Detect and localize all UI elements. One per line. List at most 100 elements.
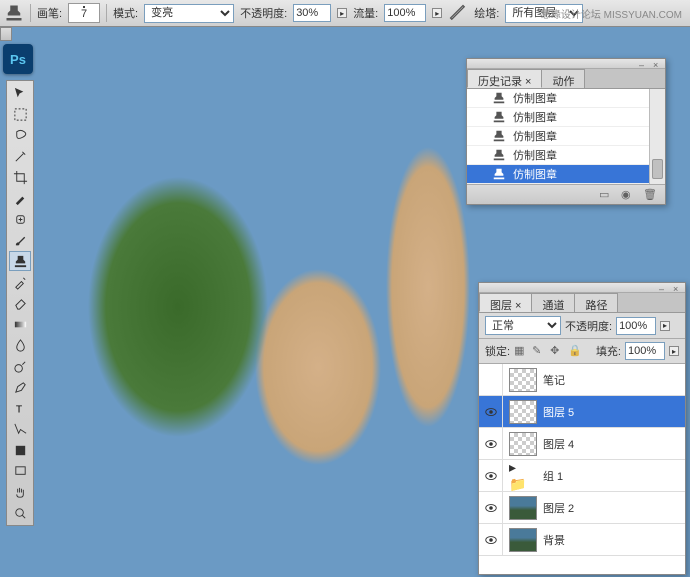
history-scrollbar[interactable] xyxy=(649,89,665,184)
layer-list: 笔记图层 5 图层 4 ▸ 📁组 1 图层 2 背景 xyxy=(479,364,685,574)
zoom-tool[interactable] xyxy=(9,503,31,523)
chevron-right-icon[interactable]: ▸ xyxy=(660,321,670,331)
opacity-input[interactable] xyxy=(293,4,331,22)
crop-tool[interactable] xyxy=(9,167,31,187)
visibility-toggle[interactable] xyxy=(479,428,503,459)
eyedropper-tool[interactable] xyxy=(9,188,31,208)
close-icon[interactable]: × xyxy=(653,60,661,68)
mode-label: 模式: xyxy=(113,5,138,21)
healing-tool[interactable] xyxy=(9,209,31,229)
layer-thumbnail xyxy=(509,432,537,456)
history-item-label: 仿制图章 xyxy=(513,109,557,125)
minimize-icon[interactable]: – xyxy=(639,60,647,68)
chevron-right-icon[interactable]: ▸ xyxy=(669,346,679,356)
stamp-tool[interactable] xyxy=(9,251,31,271)
visibility-toggle[interactable] xyxy=(479,524,503,555)
lock-transparency-icon[interactable]: ▦ xyxy=(514,344,528,358)
path-tool[interactable] xyxy=(9,419,31,439)
visibility-toggle[interactable] xyxy=(479,364,503,395)
layer-row[interactable]: ▸ 📁组 1 xyxy=(479,460,685,492)
history-item-label: 仿制图章 xyxy=(513,90,557,106)
lasso-tool[interactable] xyxy=(9,125,31,145)
watermark-text: 思缘设计论坛 MISSYUAN.COM xyxy=(541,6,682,21)
options-bar: 画笔: 7 模式: 变亮 不透明度: ▸ 流量: ▸ 绘塔: 所有图层 思缘设计… xyxy=(0,0,690,27)
visibility-toggle[interactable] xyxy=(479,492,503,523)
svg-text:T: T xyxy=(15,404,22,415)
blur-tool[interactable] xyxy=(9,335,31,355)
type-tool[interactable]: T xyxy=(9,398,31,418)
shape-tool[interactable] xyxy=(9,440,31,460)
lock-all-icon[interactable]: 🔒 xyxy=(568,344,582,358)
fill-label: 填充: xyxy=(596,343,621,359)
new-document-icon[interactable]: ▭ xyxy=(599,188,613,202)
move-tool[interactable] xyxy=(9,83,31,103)
brush-size-value: 7 xyxy=(81,8,87,20)
opacity-chevron-icon[interactable]: ▸ xyxy=(337,8,347,18)
history-item[interactable]: 仿制图章 xyxy=(467,127,665,146)
gradient-tool[interactable] xyxy=(9,314,31,334)
flow-input[interactable] xyxy=(384,4,426,22)
history-item[interactable]: 仿制图章 xyxy=(467,146,665,165)
brush-preset-picker[interactable]: 7 xyxy=(68,3,100,23)
layers-panel: – × 图层 × 通道 路径 正常 不透明度: ▸ 锁定: ▦ ✎ ✥ 🔒 填充… xyxy=(478,282,686,575)
layer-thumbnail xyxy=(509,400,537,424)
layer-thumbnail xyxy=(509,368,537,392)
flow-chevron-icon[interactable]: ▸ xyxy=(432,8,442,18)
blend-mode-select[interactable]: 变亮 xyxy=(144,4,234,23)
lock-paint-icon[interactable]: ✎ xyxy=(532,344,546,358)
tab-paths[interactable]: 路径 xyxy=(574,293,618,312)
visibility-toggle[interactable] xyxy=(479,460,503,491)
history-item-label: 仿制图章 xyxy=(513,166,557,182)
stamp-icon xyxy=(491,128,507,144)
history-item-label: 仿制图章 xyxy=(513,128,557,144)
notes-tool[interactable] xyxy=(9,461,31,481)
layer-thumbnail xyxy=(509,496,537,520)
tab-history[interactable]: 历史记录 × xyxy=(467,69,542,88)
layer-row[interactable]: 笔记 xyxy=(479,364,685,396)
lock-position-icon[interactable]: ✥ xyxy=(550,344,564,358)
eraser-tool[interactable] xyxy=(9,293,31,313)
trash-icon[interactable]: 🗑 xyxy=(643,188,657,202)
layer-row[interactable]: 图层 5 xyxy=(479,396,685,428)
snapshot-icon[interactable]: ◉ xyxy=(621,188,635,202)
layer-name: 图层 2 xyxy=(543,500,574,516)
minimize-icon[interactable]: – xyxy=(659,284,667,292)
history-brush-tool[interactable] xyxy=(9,272,31,292)
lock-label: 锁定: xyxy=(485,343,510,359)
stamp-icon xyxy=(491,166,507,182)
history-list: 仿制图章仿制图章仿制图章仿制图章仿制图章 xyxy=(467,89,665,184)
layer-row[interactable]: 图层 2 xyxy=(479,492,685,524)
marquee-tool[interactable] xyxy=(9,104,31,124)
tab-channels[interactable]: 通道 xyxy=(531,293,575,312)
close-icon[interactable]: × xyxy=(673,284,681,292)
history-item[interactable]: 仿制图章 xyxy=(467,108,665,127)
history-item[interactable]: 仿制图章 xyxy=(467,89,665,108)
layer-blend-mode-select[interactable]: 正常 xyxy=(485,316,561,335)
history-item[interactable]: 仿制图章 xyxy=(467,165,665,184)
hand-tool[interactable] xyxy=(9,482,31,502)
fill-input[interactable] xyxy=(625,342,665,360)
toolbox: T xyxy=(6,80,34,526)
brush-tool[interactable] xyxy=(9,230,31,250)
history-item-label: 仿制图章 xyxy=(513,147,557,163)
tab-layers[interactable]: 图层 × xyxy=(479,293,532,312)
layer-row[interactable]: 图层 4 xyxy=(479,428,685,460)
layer-name: 背景 xyxy=(543,532,565,548)
photoshop-logo: Ps xyxy=(3,44,33,74)
layer-thumbnail xyxy=(509,528,537,552)
layer-name: 图层 5 xyxy=(543,404,574,420)
brush-label: 画笔: xyxy=(37,5,62,21)
wand-tool[interactable] xyxy=(9,146,31,166)
layer-row[interactable]: 背景 xyxy=(479,524,685,556)
layer-opacity-label: 不透明度: xyxy=(565,318,612,334)
airbrush-icon[interactable] xyxy=(448,3,468,23)
dodge-tool[interactable] xyxy=(9,356,31,376)
layer-opacity-input[interactable] xyxy=(616,317,656,335)
layer-name: 图层 4 xyxy=(543,436,574,452)
flow-label: 流量: xyxy=(353,5,378,21)
panel-grip[interactable] xyxy=(0,27,12,41)
tab-actions[interactable]: 动作 xyxy=(541,69,585,88)
stamp-icon xyxy=(491,90,507,106)
visibility-toggle[interactable] xyxy=(479,396,503,427)
pen-tool[interactable] xyxy=(9,377,31,397)
